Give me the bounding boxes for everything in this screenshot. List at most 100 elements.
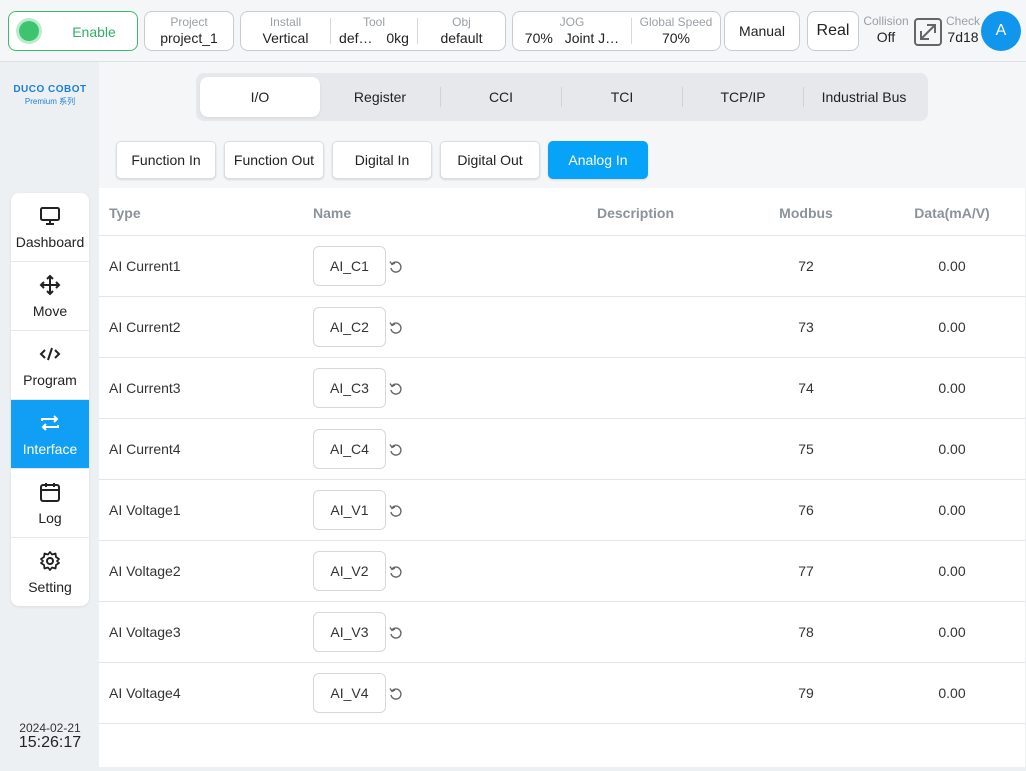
column-header-name: Name <box>313 205 352 221</box>
row-name-input[interactable]: AI_C2 <box>313 307 386 347</box>
column-header-type: Type <box>109 205 141 221</box>
manual-mode-button[interactable]: Manual <box>724 11 800 51</box>
row-type: AI Voltage3 <box>109 624 181 640</box>
top-status-bar: Enable Project project_1 Install Vertica… <box>0 0 1026 62</box>
sidebar-item-log[interactable]: Log <box>11 469 89 538</box>
install-tool-obj-panel[interactable]: Install Vertical Tool def… 0kg Obj defau… <box>240 11 506 51</box>
row-data: 0.00 <box>938 502 966 518</box>
jog-cell[interactable]: JOG 70% Joint J… <box>513 15 631 47</box>
reset-icon[interactable] <box>389 443 403 457</box>
user-avatar[interactable]: A <box>981 11 1021 51</box>
reset-icon[interactable] <box>389 687 403 701</box>
project-value: project_1 <box>160 30 218 46</box>
sidebar-item-program[interactable]: Program <box>11 331 89 400</box>
tab-tci[interactable]: TCI <box>562 77 682 117</box>
monitor-icon <box>40 207 60 225</box>
row-data: 0.00 <box>938 563 966 579</box>
jog-speed-panel[interactable]: JOG 70% Joint J… Global Speed 70% <box>512 11 721 51</box>
row-type: AI Voltage4 <box>109 685 181 701</box>
project-selector[interactable]: Project project_1 <box>144 11 234 51</box>
sidebar-item-label: Setting <box>28 579 72 595</box>
tool-name: def… <box>339 30 373 46</box>
subtab-digital-in[interactable]: Digital In <box>332 141 432 179</box>
jog-mode: Joint J… <box>564 30 620 46</box>
global-speed-cell[interactable]: Global Speed 70% <box>632 15 720 47</box>
reset-icon[interactable] <box>389 321 403 335</box>
row-name-input[interactable]: AI_V3 <box>313 612 386 652</box>
enable-button[interactable]: Enable <box>8 11 138 51</box>
current-date: 2024-02-21 <box>19 721 81 735</box>
row-name-input[interactable]: AI_C3 <box>313 368 386 408</box>
row-modbus: 76 <box>798 502 814 518</box>
row-divider <box>99 723 1025 724</box>
table-row: AI Voltage2 AI_V2 77 0.00 <box>99 541 1025 602</box>
row-modbus: 75 <box>798 441 814 457</box>
obj-label: Obj <box>452 15 471 29</box>
sidebar-item-label: Move <box>32 303 68 319</box>
row-name-input[interactable]: AI_V4 <box>313 673 386 713</box>
tool-cell[interactable]: Tool def… 0kg <box>331 15 417 47</box>
global-speed-label: Global Speed <box>639 15 713 29</box>
subtab-analog-in[interactable]: Analog In <box>548 141 648 179</box>
row-name-input[interactable]: AI_C4 <box>313 429 386 469</box>
brand-name: DUCO COBOT <box>13 84 87 95</box>
interface-tabs: I/O Register CCI TCI TCP/IP Industrial B… <box>196 73 928 121</box>
row-data: 0.00 <box>938 685 966 701</box>
table-row: AI Current3 AI_C3 74 0.00 <box>99 358 1025 419</box>
brand-logo: DUCO COBOT Premium 系列 <box>10 84 90 107</box>
tab-io[interactable]: I/O <box>200 77 320 117</box>
tool-weight: 0kg <box>386 30 409 46</box>
install-cell[interactable]: Install Vertical <box>241 15 330 47</box>
column-header-modbus: Modbus <box>779 205 833 221</box>
sidebar-item-move[interactable]: Move <box>11 262 89 331</box>
row-name-input[interactable]: AI_V2 <box>313 551 386 591</box>
expand-icon[interactable] <box>913 17 943 47</box>
row-data: 0.00 <box>938 380 966 396</box>
tab-cci[interactable]: CCI <box>441 77 561 117</box>
column-header-description: Description <box>597 205 675 221</box>
current-time: 15:26:17 <box>18 734 82 751</box>
subtab-digital-out[interactable]: Digital Out <box>440 141 540 179</box>
tab-industrial-bus[interactable]: Industrial Bus <box>804 77 924 117</box>
reset-icon[interactable] <box>389 260 403 274</box>
move-arrows-icon <box>39 274 61 296</box>
sidebar-nav: Dashboard Move Program Interface Log Set… <box>11 193 89 606</box>
project-label: Project <box>170 15 208 29</box>
tab-tcp-ip[interactable]: TCP/IP <box>683 77 803 117</box>
row-modbus: 74 <box>798 380 814 396</box>
jog-percent: 70% <box>524 30 553 46</box>
real-mode-button[interactable]: Real <box>807 11 859 51</box>
tab-register[interactable]: Register <box>320 77 440 117</box>
obj-cell[interactable]: Obj default <box>418 15 505 47</box>
obj-value: default <box>440 30 483 46</box>
table-row: AI Current2 AI_C2 73 0.00 <box>99 297 1025 358</box>
subtab-function-in[interactable]: Function In <box>116 141 216 179</box>
reset-icon[interactable] <box>389 626 403 640</box>
row-data: 0.00 <box>938 441 966 457</box>
row-modbus: 79 <box>798 685 814 701</box>
collision-indicator[interactable]: Collision Off <box>861 14 911 46</box>
row-type: AI Current4 <box>109 441 181 457</box>
check-indicator[interactable]: Check 7d18 <box>943 14 983 46</box>
swap-arrows-icon <box>41 415 59 431</box>
row-type: AI Voltage1 <box>109 502 181 518</box>
jog-label: JOG <box>559 15 585 29</box>
row-modbus: 73 <box>798 319 814 335</box>
row-name-input[interactable]: AI_V1 <box>313 490 386 530</box>
table-row: AI Voltage3 AI_V3 78 0.00 <box>99 602 1025 663</box>
reset-icon[interactable] <box>389 504 403 518</box>
row-data: 0.00 <box>938 319 966 335</box>
row-type: AI Voltage2 <box>109 563 181 579</box>
row-data: 0.00 <box>938 624 966 640</box>
reset-icon[interactable] <box>389 382 403 396</box>
reset-icon[interactable] <box>389 565 403 579</box>
row-modbus: 77 <box>798 563 814 579</box>
sidebar-item-setting[interactable]: Setting <box>11 538 89 606</box>
analog-in-table: Type Name Description Modbus Data(mA/V) … <box>99 188 1025 767</box>
sidebar-item-interface[interactable]: Interface <box>11 400 89 469</box>
gear-icon <box>40 551 60 571</box>
table-row: AI Voltage4 AI_V4 79 0.00 <box>99 663 1025 724</box>
row-name-input[interactable]: AI_C1 <box>313 246 386 286</box>
subtab-function-out[interactable]: Function Out <box>224 141 324 179</box>
sidebar-item-dashboard[interactable]: Dashboard <box>11 193 89 262</box>
